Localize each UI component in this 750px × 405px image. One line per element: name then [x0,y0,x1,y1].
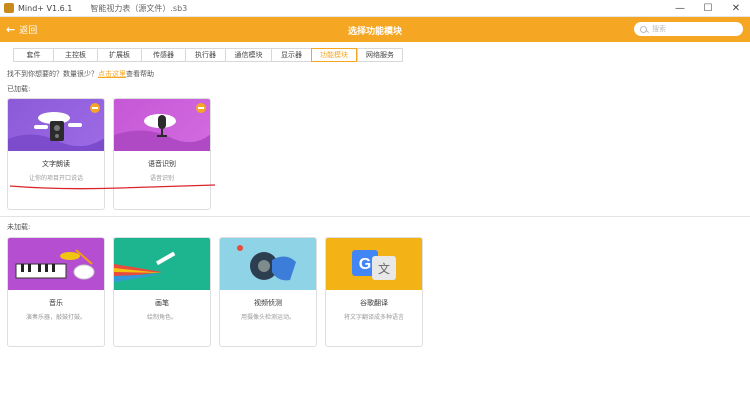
section-divider [0,216,750,217]
card-desc: 绘制角色。 [146,314,177,321]
category-tabs: 套件 主控板 扩展板 传感器 执行器 通信模块 显示器 功能模块 网络服务 [13,48,403,62]
header-bar: ← 返回 选择功能模块 搜索 [0,17,750,42]
app-logo-icon [4,3,14,13]
card-desc: 将文字翻译成多种语言 [343,314,404,321]
tab-sensor[interactable]: 传感器 [141,48,185,62]
maximize-button[interactable]: ☐ [694,0,722,17]
tab-display[interactable]: 显示器 [271,48,311,62]
remove-module-button[interactable] [90,103,100,113]
module-card-pen[interactable]: 画笔 绘制角色。 [113,237,211,347]
keyboard-drum-icon [15,249,95,280]
tab-kit[interactable]: 套件 [13,48,53,62]
card-name: 视频侦测 [254,299,282,307]
module-card-video-sensing[interactable]: 视频侦测 用摄像头检测运动。 [219,237,317,347]
close-button[interactable]: ✕ [722,0,750,17]
module-card-text-to-speech[interactable]: 文字朗读 让你的项目开口说话 [7,98,105,210]
tab-actuator[interactable]: 执行器 [185,48,225,62]
card-name: 文字朗读 [42,160,70,168]
app-title: Mind+ V1.6.1 [18,3,73,13]
search-placeholder: 搜索 [652,25,666,33]
tab-network[interactable]: 网络服务 [357,48,403,62]
card-name: 语音识别 [148,160,176,168]
help-suffix: 查看帮助 [126,70,154,78]
speech-recognition-image [114,99,210,151]
remove-module-button[interactable] [196,103,206,113]
file-title: 智能视力表（源文件）.sb3 [90,3,188,13]
text-to-speech-image [8,99,104,151]
module-card-google-translate[interactable]: G 文 谷歌翻译 将文字翻译成多种语言 [325,237,423,347]
music-image [8,238,104,290]
svg-text:G: G [359,256,371,273]
help-prefix: 找不到你想要的？数量很少？ [7,70,98,78]
pen-image [114,238,210,290]
module-card-music[interactable]: 音乐 演奏乐器，敲鼓打鼓。 [7,237,105,347]
card-desc: 演奏乐器，敲鼓打鼓。 [25,314,86,321]
unloaded-section-label: 未加载: [7,223,31,231]
translate-icon: G 文 [352,250,396,280]
module-card-speech-recognition[interactable]: 语音识别 语音识别 [113,98,211,210]
google-translate-image: G 文 [326,238,422,290]
help-link[interactable]: 点击这里 [98,70,126,78]
search-icon [640,25,647,33]
tab-expansion[interactable]: 扩展板 [97,48,141,62]
loaded-section-label: 已加载: [7,85,31,93]
window-titlebar: Mind+ V1.6.1 智能视力表（源文件）.sb3 — ☐ ✕ [0,0,750,17]
card-desc: 语音识别 [149,175,174,182]
tab-communication[interactable]: 通信模块 [225,48,271,62]
video-sensing-image [220,238,316,290]
search-input[interactable]: 搜索 [634,22,743,36]
pen-icon [114,251,176,282]
card-name: 音乐 [49,299,63,307]
card-name: 画笔 [155,299,169,307]
help-line: 找不到你想要的？数量很少？点击这里查看帮助 [7,69,154,79]
minimize-button[interactable]: — [666,0,694,17]
tab-mainboard[interactable]: 主控板 [53,48,97,62]
camera-hand-icon [237,245,296,281]
card-desc: 让你的项目开口说话 [28,175,83,182]
card-name: 谷歌翻译 [360,299,388,307]
svg-text:文: 文 [378,261,390,276]
tab-function[interactable]: 功能模块 [311,48,357,62]
card-desc: 用摄像头检测运动。 [240,314,295,321]
